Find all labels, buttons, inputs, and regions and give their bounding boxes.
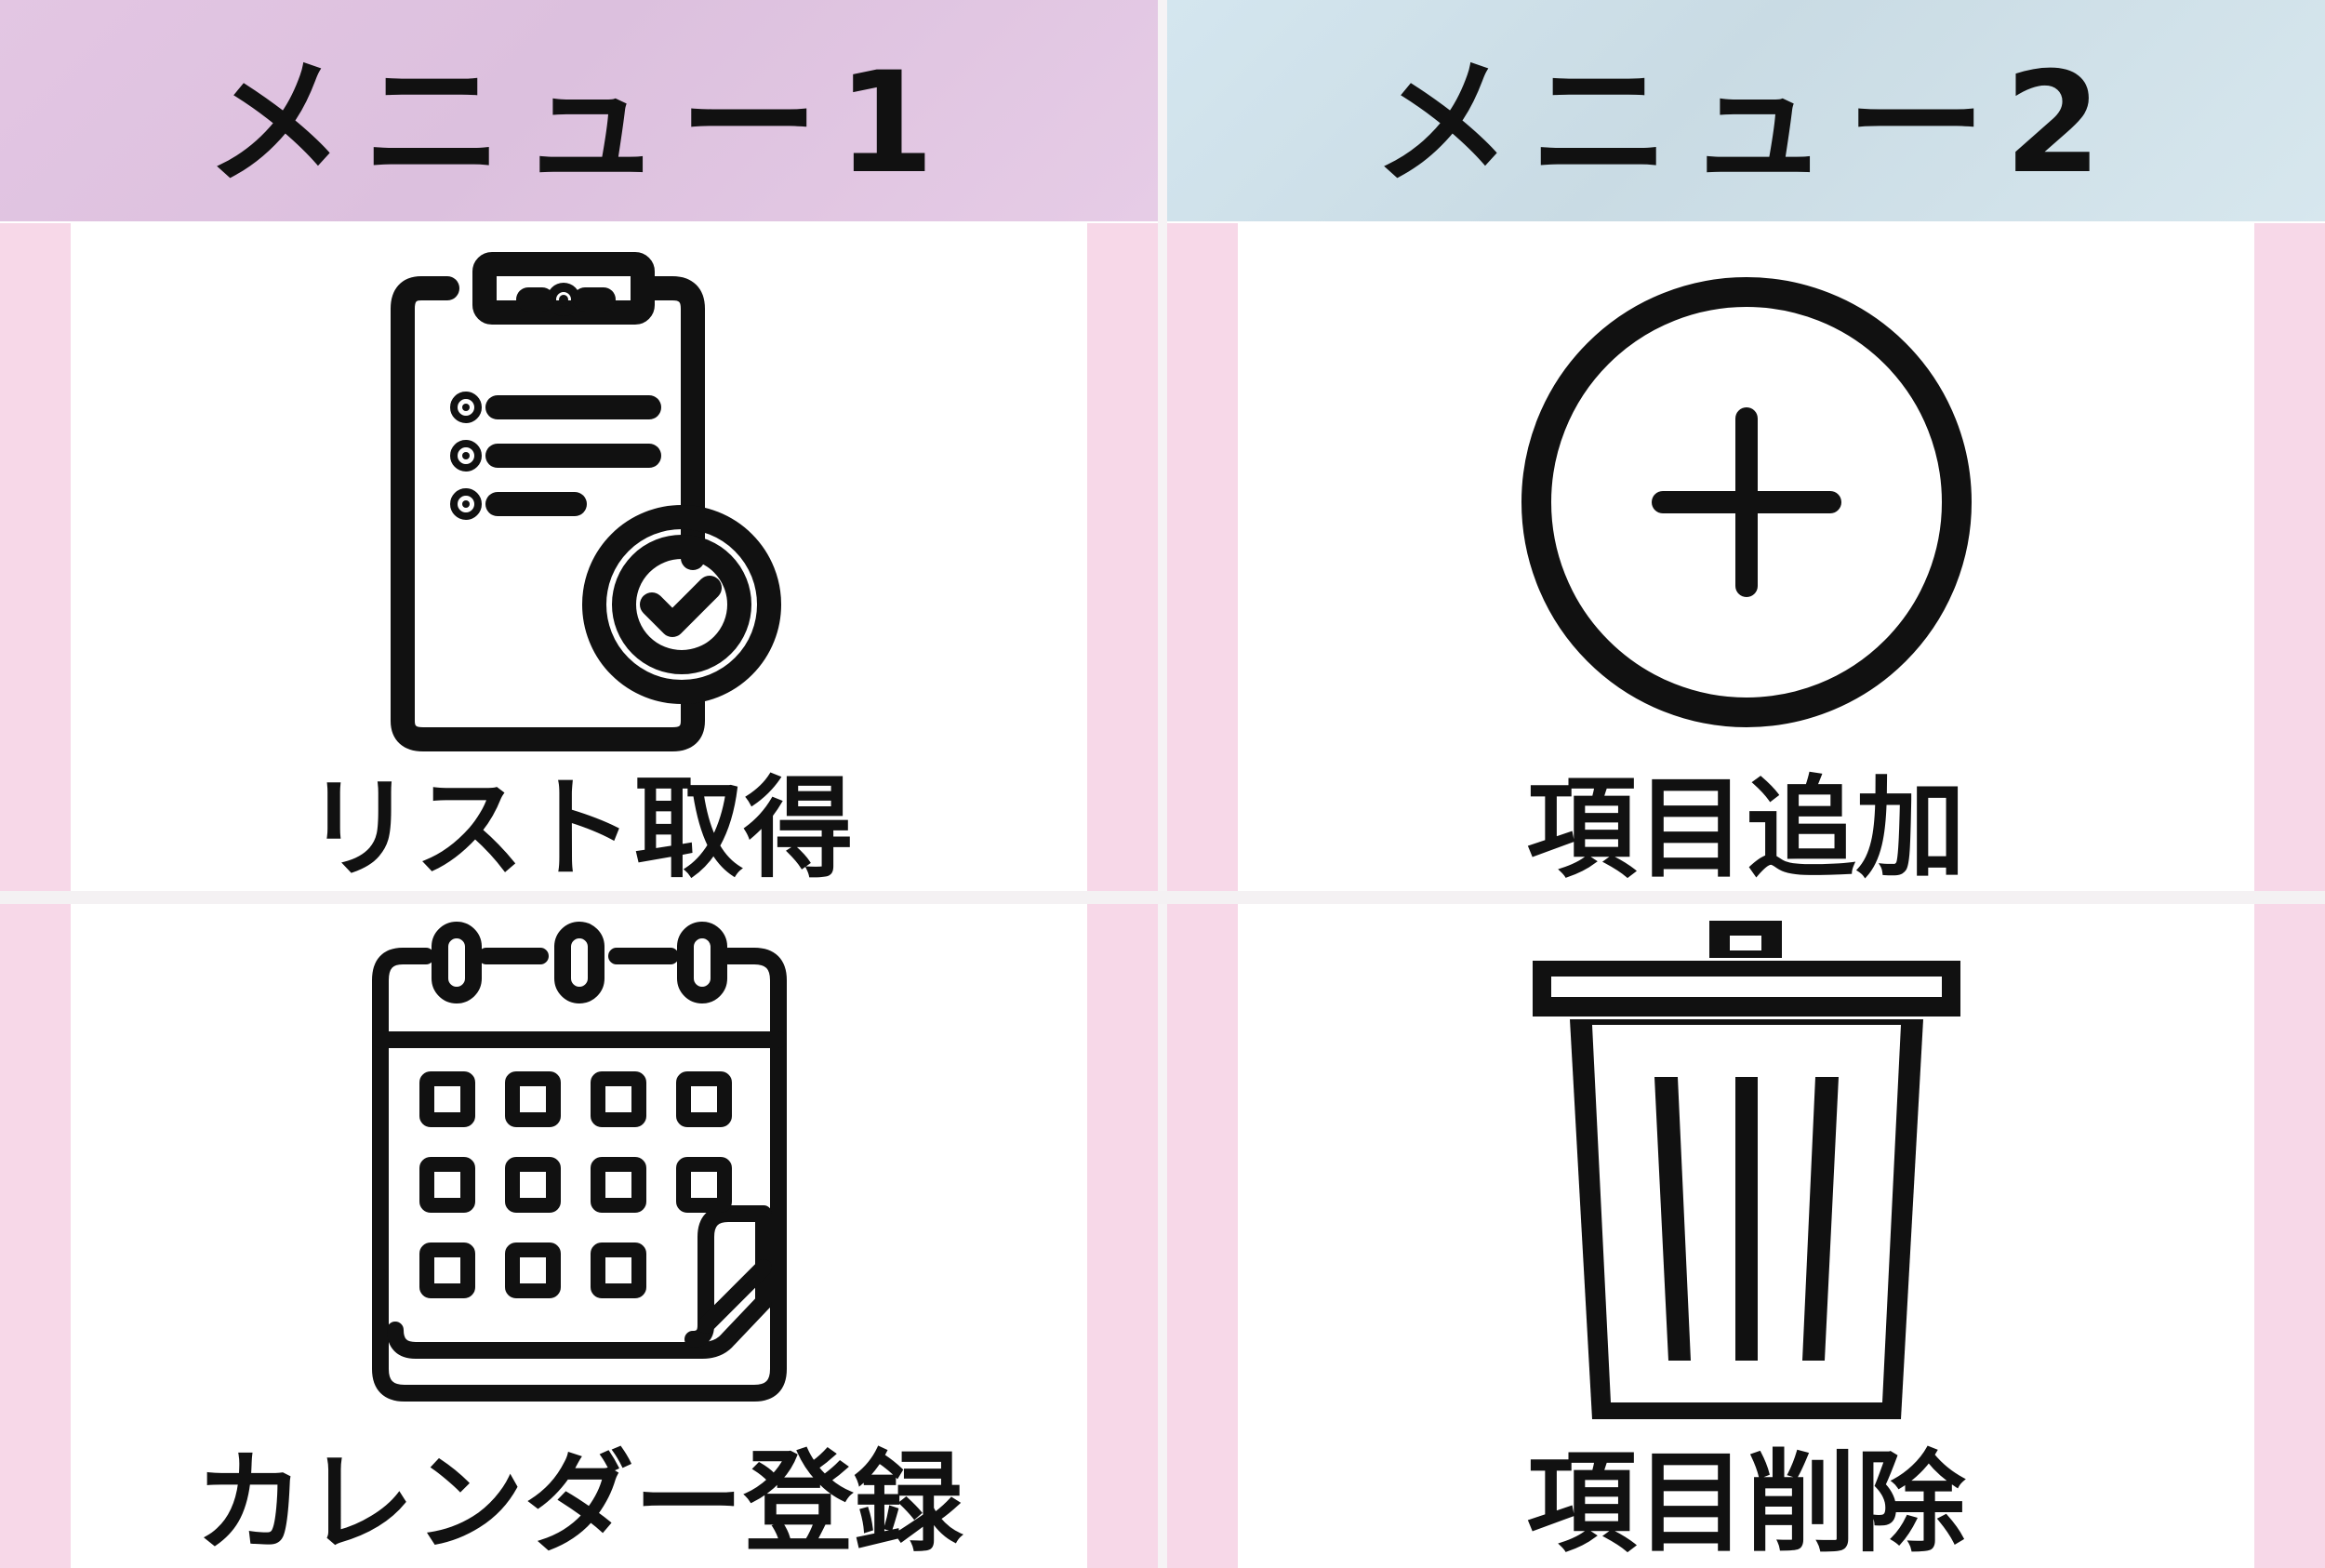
calendar-register-button[interactable]: カレンダー登録: [0, 904, 1158, 1568]
menu1-header: メニュー1: [0, 0, 1158, 221]
plus-circle-icon: [1167, 270, 2325, 735]
delete-item-label: 項目削除: [1526, 1439, 1966, 1567]
calendar-icon: [0, 911, 1158, 1414]
list-fetch-label: リスト取得: [304, 764, 854, 891]
list-fetch-button[interactable]: リスト取得: [0, 223, 1158, 891]
trash-icon: [1167, 910, 2325, 1430]
menu2-header: メニュー2: [1167, 0, 2325, 221]
calendar-register-label: カレンダー登録: [194, 1439, 963, 1567]
menu1-title: メニュー1: [205, 42, 953, 205]
clipboard-check-icon: [0, 251, 1158, 753]
delete-item-button[interactable]: 項目削除: [1167, 904, 2325, 1568]
menu-screen: メニュー1 メニュー2 リスト取得 項目追加 カレンダー登録 項目削除: [0, 0, 2325, 1568]
add-item-label: 項目追加: [1526, 764, 1966, 891]
menu2-title: メニュー2: [1372, 42, 2120, 205]
column-divider: [1158, 0, 1167, 1568]
row-divider: [0, 891, 2325, 904]
add-item-button[interactable]: 項目追加: [1167, 223, 2325, 891]
